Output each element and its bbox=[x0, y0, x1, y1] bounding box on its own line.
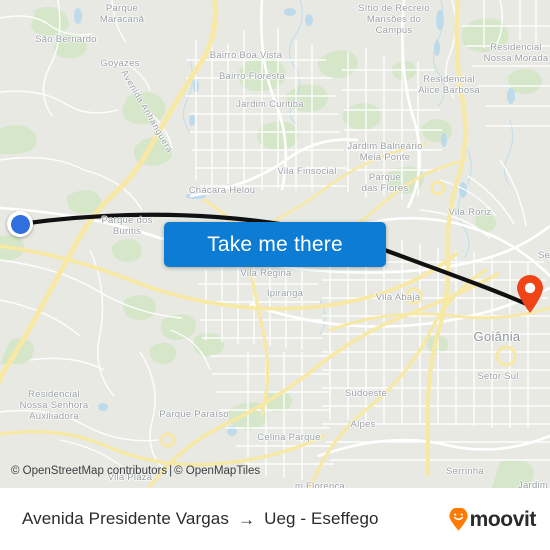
route-destination-label: Ueg - Eseffego bbox=[264, 509, 379, 528]
origin-marker[interactable] bbox=[7, 211, 33, 237]
osm-attribution-link[interactable]: © OpenStreetMap contributors bbox=[11, 465, 167, 477]
map-canvas[interactable]: .w1 { stroke:#ffffff; fill:none; } .gr {… bbox=[0, 0, 550, 488]
moovit-wordmark: moovit bbox=[469, 507, 537, 531]
arrow-right-icon: → bbox=[237, 509, 256, 529]
route-origin-label: Avenida Presidente Vargas bbox=[22, 509, 229, 528]
moovit-logo[interactable]: moovit bbox=[448, 506, 537, 531]
route-summary: Avenida Presidente Vargas → Ueg - Eseffe… bbox=[22, 509, 379, 529]
take-me-there-button[interactable]: Take me there bbox=[164, 222, 386, 267]
destination-marker[interactable] bbox=[515, 274, 545, 314]
moovit-pin-icon bbox=[448, 506, 468, 531]
origin-marker-dot bbox=[10, 214, 30, 234]
route-footer: Avenida Presidente Vargas → Ueg - Eseffe… bbox=[0, 488, 550, 550]
moovit-route-screen: .w1 { stroke:#ffffff; fill:none; } .gr {… bbox=[0, 0, 550, 550]
openmaptiles-attribution-link[interactable]: © OpenMapTiles bbox=[174, 465, 260, 477]
